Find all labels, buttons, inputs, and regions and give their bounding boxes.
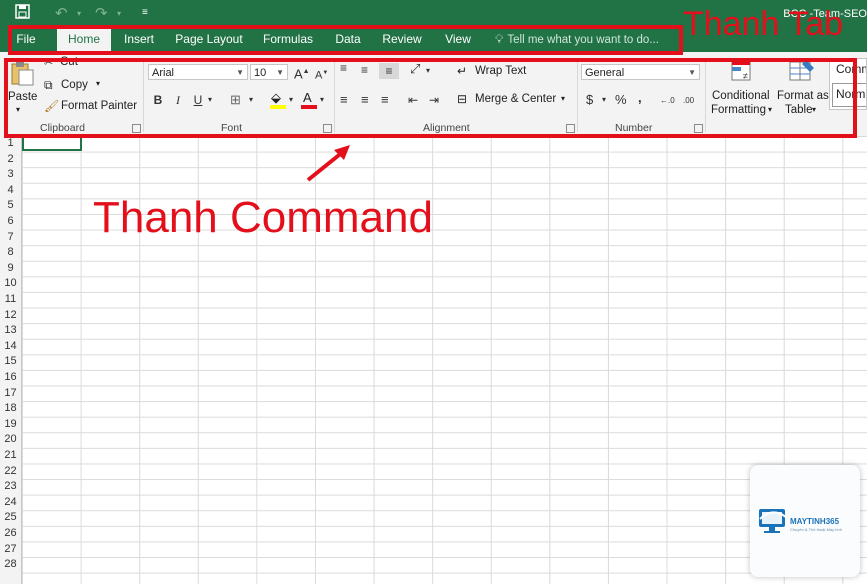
row-header-column: 1 2 3 4 5 6 7 8 9 10 11 12 13 14 15 16 1…	[0, 136, 22, 584]
watermark-tagline: Chuyên & Thủ thuật Máy tính	[790, 527, 842, 532]
row-header[interactable]: 19	[0, 417, 21, 433]
row-header[interactable]: 9	[0, 261, 21, 277]
row-header[interactable]: 16	[0, 370, 21, 386]
row-header[interactable]: 22	[0, 464, 21, 480]
row-header[interactable]: 8	[0, 245, 21, 261]
row-header[interactable]: 14	[0, 339, 21, 355]
row-header[interactable]: 12	[0, 308, 21, 324]
row-header[interactable]: 10	[0, 276, 21, 292]
row-header[interactable]: 23	[0, 479, 21, 495]
watermark-logo: MAYTINH365 Chuyên & Thủ thuật Máy tính	[750, 465, 860, 577]
row-header[interactable]: 24	[0, 495, 21, 511]
row-header[interactable]: 3	[0, 167, 21, 183]
row-header[interactable]: 5	[0, 198, 21, 214]
customize-quick-access-icon[interactable]: ≡	[142, 7, 148, 18]
row-header[interactable]: 21	[0, 448, 21, 464]
row-header[interactable]: 25	[0, 510, 21, 526]
undo-icon[interactable]: ↶	[55, 4, 68, 22]
row-header[interactable]: 17	[0, 386, 21, 402]
row-header[interactable]: 20	[0, 432, 21, 448]
annotation-arrow-icon	[306, 145, 350, 182]
row-header[interactable]: 18	[0, 401, 21, 417]
row-header[interactable]: 7	[0, 230, 21, 246]
row-header[interactable]: 11	[0, 292, 21, 308]
tab-bar-annotation-label: Thanh Tab	[683, 5, 844, 43]
row-header[interactable]: 15	[0, 354, 21, 370]
row-header[interactable]: 27	[0, 542, 21, 558]
row-header[interactable]: 6	[0, 214, 21, 230]
tab-bar-highlight-box	[8, 25, 683, 55]
row-header[interactable]: 28	[0, 557, 21, 573]
redo-dropdown-icon[interactable]: ▾	[117, 9, 121, 18]
row-header[interactable]: 4	[0, 183, 21, 199]
row-header[interactable]: 26	[0, 526, 21, 542]
computer-logo-icon	[759, 509, 787, 533]
row-header[interactable]: 13	[0, 323, 21, 339]
row-header[interactable]: 2	[0, 152, 21, 168]
command-bar-highlight-box	[4, 58, 857, 138]
command-bar-annotation-label: Thanh Command	[93, 193, 433, 242]
redo-icon[interactable]: ↷	[95, 4, 108, 22]
undo-dropdown-icon[interactable]: ▾	[77, 9, 81, 18]
active-cell-a1[interactable]	[22, 136, 82, 151]
row-header[interactable]: 1	[0, 136, 21, 152]
watermark-name: MAYTINH365	[790, 517, 840, 526]
save-icon[interactable]	[15, 4, 30, 23]
